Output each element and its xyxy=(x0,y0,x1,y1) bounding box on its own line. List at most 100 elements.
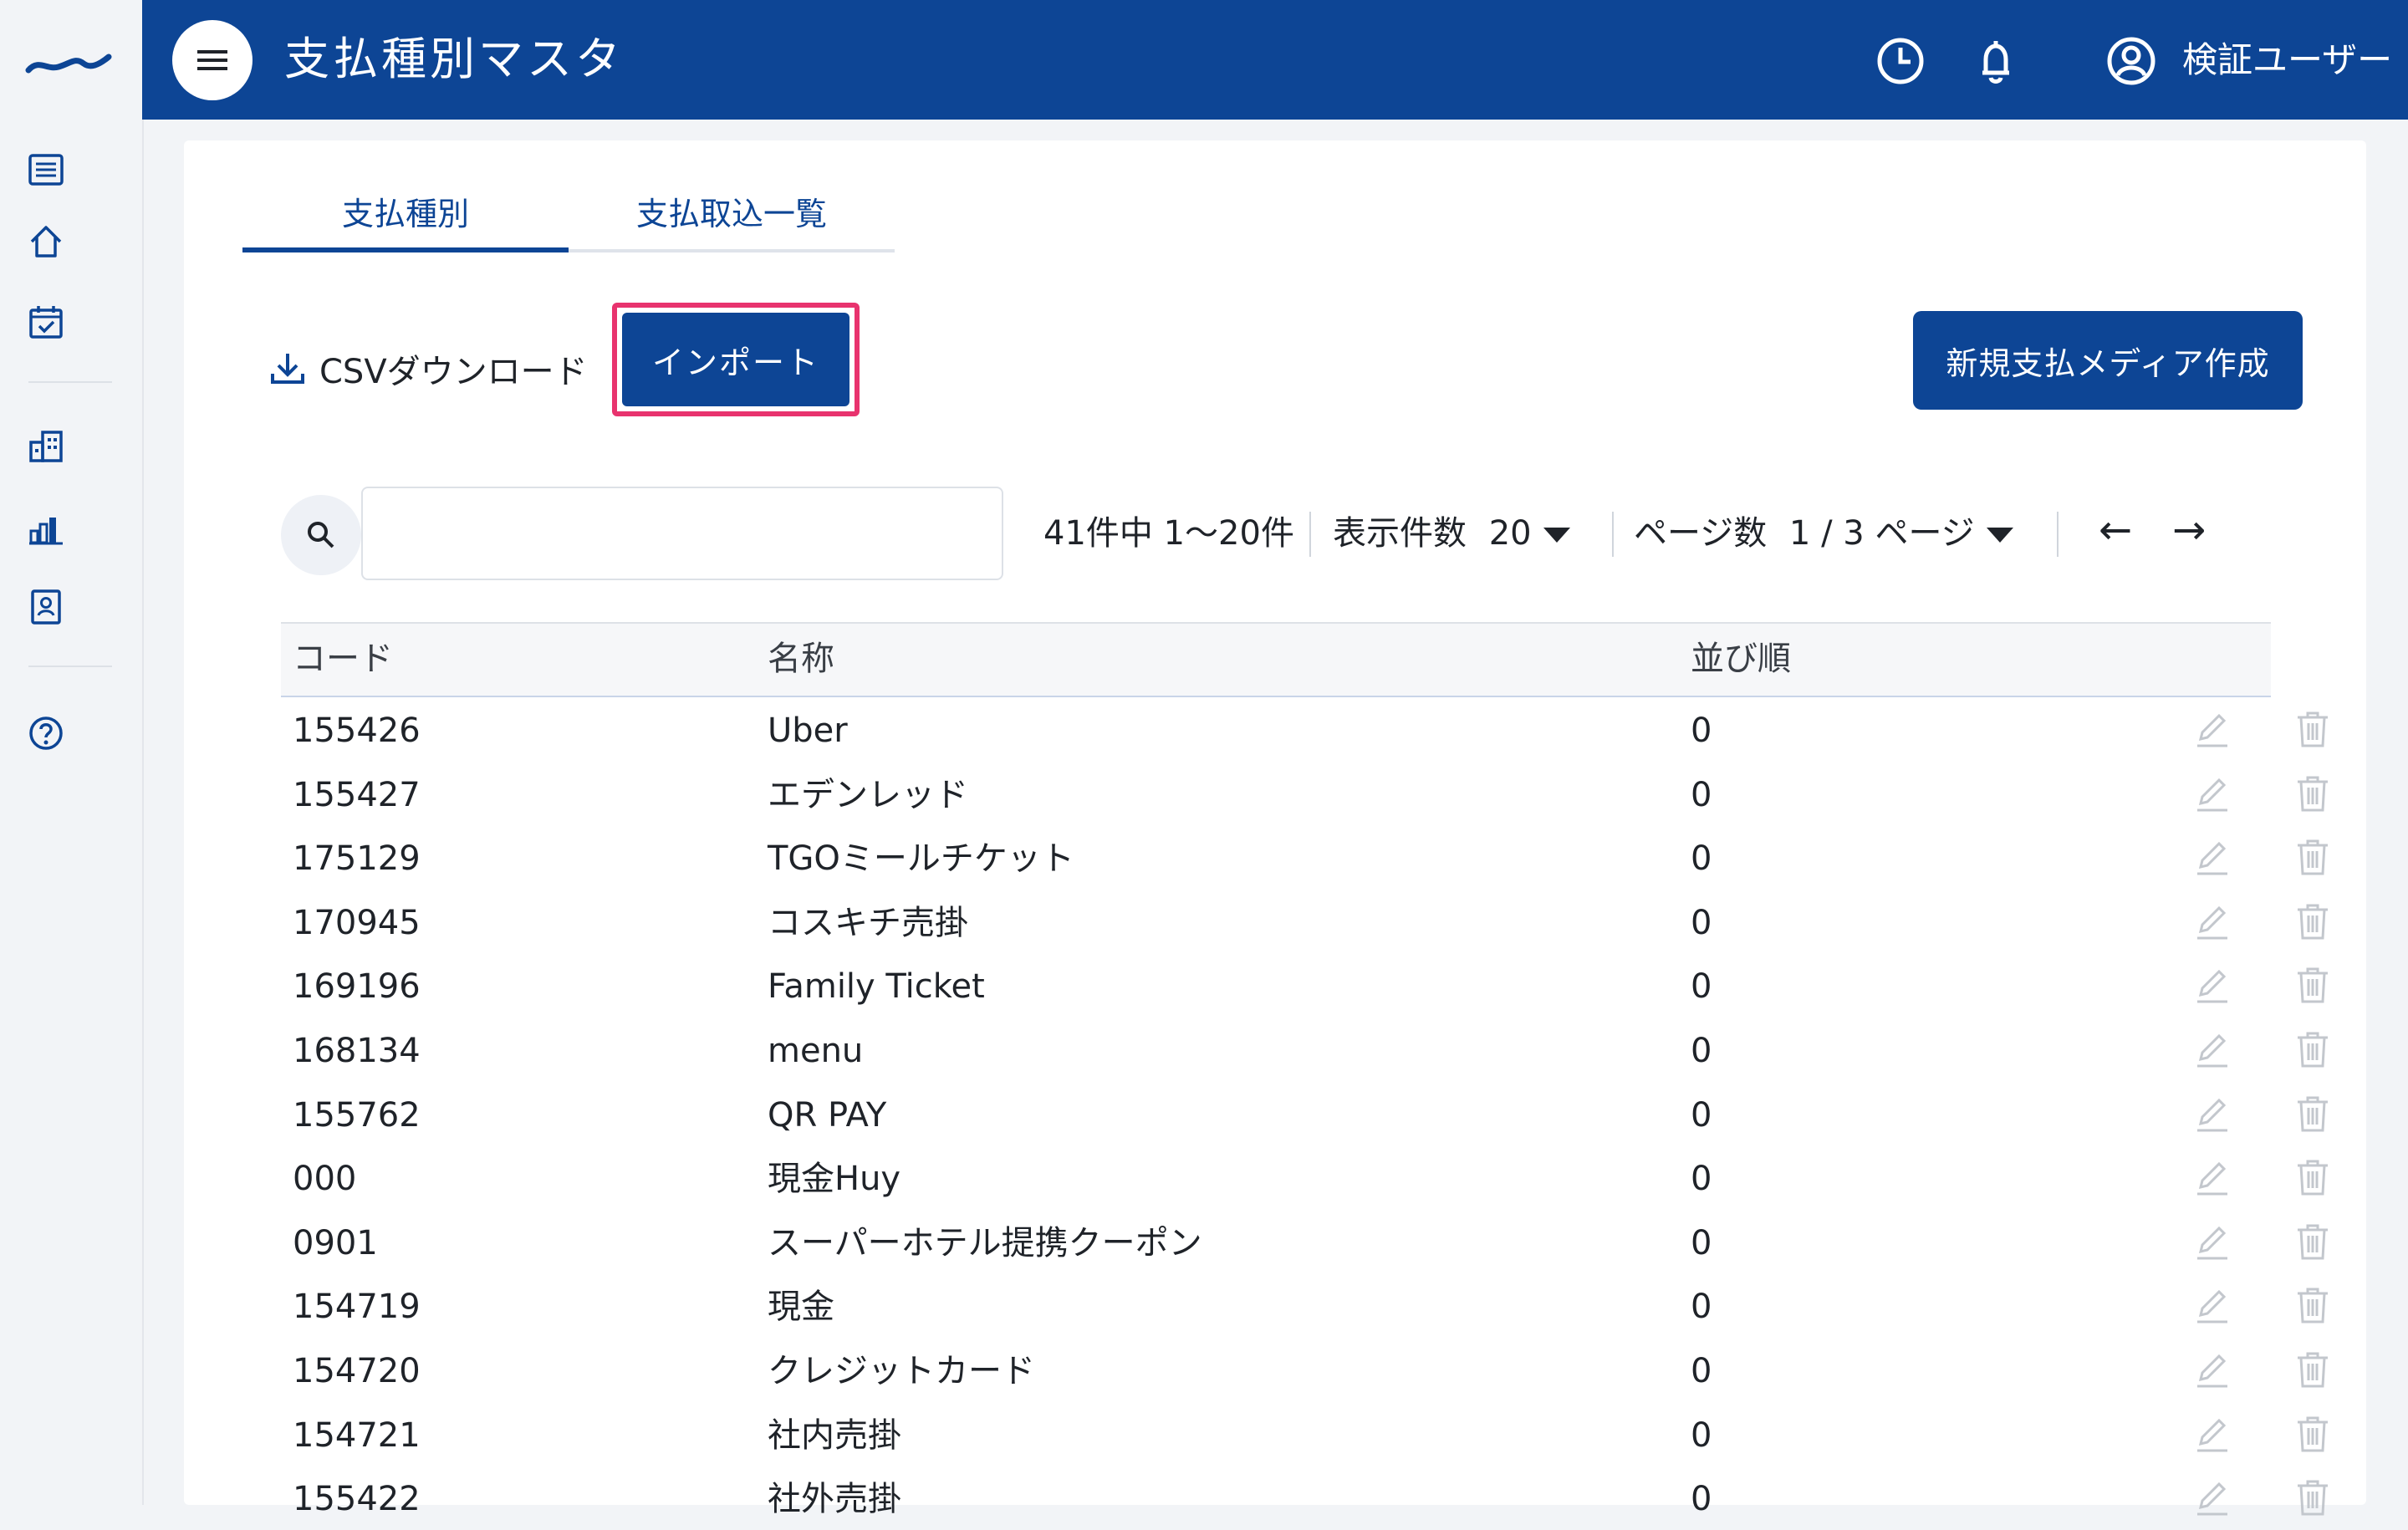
edit-icon[interactable] xyxy=(2192,1221,2232,1262)
edit-icon[interactable] xyxy=(2192,1285,2232,1325)
page-title: 支払種別マスタ xyxy=(284,33,624,85)
trash-icon[interactable] xyxy=(2293,1349,2333,1390)
prev-page-button[interactable]: ← xyxy=(2099,505,2132,555)
edit-icon[interactable] xyxy=(2192,1157,2232,1197)
table-row[interactable]: 154720 クレジットカード 0 xyxy=(281,1338,2328,1402)
bar-chart-icon[interactable] xyxy=(23,505,69,550)
column-header-code[interactable]: コード xyxy=(293,635,393,682)
edit-icon[interactable] xyxy=(2192,709,2232,749)
pager-divider xyxy=(1309,512,1311,557)
cell-name: 現金 xyxy=(768,1288,834,1327)
table-row[interactable]: 155427 エデンレッド 0 xyxy=(281,762,2328,826)
edit-icon[interactable] xyxy=(2192,1477,2232,1517)
per-page-select[interactable]: 表示件数 20 xyxy=(1333,508,1570,558)
table-row[interactable]: 154721 社内売掛 0 xyxy=(281,1402,2328,1466)
csv-download-link[interactable]: CSVダウンロード xyxy=(268,339,588,398)
cell-name: QR PAY xyxy=(768,1095,887,1135)
cell-name: コスキチ売掛 xyxy=(768,903,968,942)
table-row[interactable]: 0901 スーパーホテル提携クーポン 0 xyxy=(281,1210,2328,1274)
table-row[interactable]: 154719 現金 0 xyxy=(281,1273,2328,1338)
table-row[interactable]: 155762 QR PAY 0 xyxy=(281,1082,2328,1146)
cell-order: 0 xyxy=(1691,1480,1712,1519)
cell-name: クレジットカード xyxy=(768,1351,1035,1390)
trash-icon[interactable] xyxy=(2293,1157,2333,1197)
cell-order: 0 xyxy=(1691,1288,1712,1327)
cell-name: 社外売掛 xyxy=(768,1480,901,1519)
trash-icon[interactable] xyxy=(2293,1414,2333,1454)
cell-order: 0 xyxy=(1691,1415,1712,1455)
trash-icon[interactable] xyxy=(2293,837,2333,877)
cell-name: Family Ticket xyxy=(768,967,985,1007)
brand-logo xyxy=(25,42,112,84)
cell-order: 0 xyxy=(1691,903,1712,942)
table-row[interactable]: 175129 TGOミールチケット 0 xyxy=(281,825,2328,890)
cell-order: 0 xyxy=(1691,711,1712,750)
trash-icon[interactable] xyxy=(2293,965,2333,1005)
search-input[interactable] xyxy=(361,487,1003,580)
trash-icon[interactable] xyxy=(2293,1285,2333,1325)
hamburger-menu-button[interactable] xyxy=(172,20,253,100)
table-row[interactable]: 169196 Family Ticket 0 xyxy=(281,953,2328,1017)
search-icon[interactable] xyxy=(281,495,361,575)
cell-order: 0 xyxy=(1691,1160,1712,1199)
cell-order: 0 xyxy=(1691,1351,1712,1390)
tab-payment-types[interactable]: 支払種別 xyxy=(242,191,569,252)
edit-icon[interactable] xyxy=(2192,965,2232,1005)
table-row[interactable]: 155426 Uber 0 xyxy=(281,697,2328,762)
edit-icon[interactable] xyxy=(2192,1029,2232,1069)
edit-icon[interactable] xyxy=(2192,1414,2232,1454)
csv-download-label: CSVダウンロード xyxy=(319,353,588,391)
cell-name: エデンレッド xyxy=(768,775,968,814)
payment-types-table: コード 名称 並び順 155426 Uber 0 155427 エデンレッド 0 17512… xyxy=(281,622,2328,1530)
user-account-icon[interactable] xyxy=(2104,33,2159,89)
edit-icon[interactable] xyxy=(2192,773,2232,813)
column-header-name[interactable]: 名称 xyxy=(768,635,834,682)
edit-icon[interactable] xyxy=(2192,901,2232,941)
edit-icon[interactable] xyxy=(2192,837,2232,877)
cell-code: 155422 xyxy=(293,1480,421,1519)
pager-divider xyxy=(2057,512,2059,557)
help-icon[interactable] xyxy=(23,711,69,756)
nav-divider xyxy=(28,381,112,383)
cell-code: 0901 xyxy=(293,1223,378,1262)
home-icon[interactable] xyxy=(23,219,69,264)
edit-icon[interactable] xyxy=(2192,1094,2232,1134)
user-name[interactable]: 検証ユーザー xyxy=(2182,37,2392,84)
table-row[interactable]: 155422 社外売掛 0 xyxy=(281,1466,2328,1530)
list-icon[interactable] xyxy=(23,147,69,192)
edit-icon[interactable] xyxy=(2192,1349,2232,1390)
import-button[interactable]: インポート xyxy=(622,313,849,406)
trash-icon[interactable] xyxy=(2293,709,2333,749)
cell-order: 0 xyxy=(1691,775,1712,814)
column-header-order[interactable]: 並び順 xyxy=(1691,635,1791,682)
next-page-button[interactable]: → xyxy=(2172,505,2206,555)
table-header: コード 名称 並び順 xyxy=(281,622,2271,697)
table-row[interactable]: 000 現金Huy 0 xyxy=(281,1145,2328,1210)
trash-icon[interactable] xyxy=(2293,773,2333,813)
page-select[interactable]: ページ数 1 / 3 ページ xyxy=(1634,508,2013,558)
download-icon xyxy=(271,354,304,384)
nav-divider xyxy=(28,666,112,667)
cell-name: 現金Huy xyxy=(768,1160,901,1199)
id-badge-icon[interactable] xyxy=(23,584,69,629)
trash-icon[interactable] xyxy=(2293,901,2333,941)
history-icon[interactable] xyxy=(1873,33,1928,89)
calendar-check-icon[interactable] xyxy=(23,299,69,344)
tab-payment-imports[interactable]: 支払取込一覧 xyxy=(569,191,895,249)
table-row[interactable]: 170945 コスキチ売掛 0 xyxy=(281,890,2328,954)
table-body: 155426 Uber 0 155427 エデンレッド 0 175129 TGOミールチケット… xyxy=(281,697,2328,1530)
trash-icon[interactable] xyxy=(2293,1221,2333,1262)
trash-icon[interactable] xyxy=(2293,1477,2333,1517)
cell-code: 169196 xyxy=(293,967,421,1007)
bell-icon[interactable] xyxy=(1968,33,2023,89)
pager-divider xyxy=(1612,512,1614,557)
per-page-label: 表示件数 xyxy=(1333,514,1467,553)
building-icon[interactable] xyxy=(23,423,69,468)
trash-icon[interactable] xyxy=(2293,1094,2333,1134)
cell-code: 168134 xyxy=(293,1031,421,1070)
cell-order: 0 xyxy=(1691,839,1712,879)
caret-down-icon xyxy=(1986,528,2013,543)
table-row[interactable]: 168134 menu 0 xyxy=(281,1017,2328,1082)
trash-icon[interactable] xyxy=(2293,1029,2333,1069)
new-payment-media-button[interactable]: 新規支払メディア作成 xyxy=(1913,311,2303,410)
